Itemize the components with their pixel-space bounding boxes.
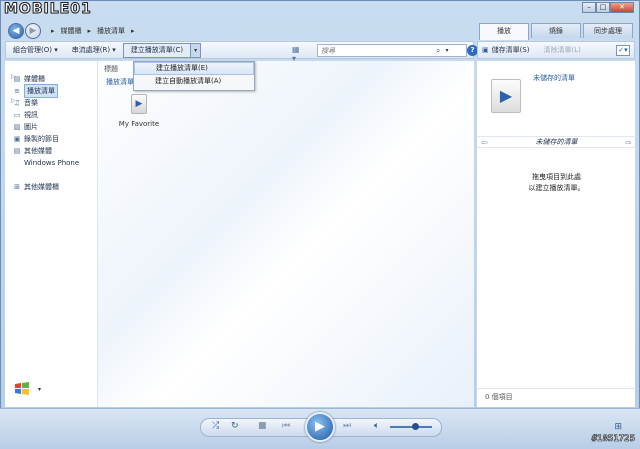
save-list-button[interactable]: 儲存清單(S) bbox=[492, 45, 530, 55]
navigation-bar: ◀ ▶ ▸ 媒體櫃 ▸ 播放清單 ▸ bbox=[8, 22, 470, 40]
windows-logo-icon[interactable] bbox=[14, 381, 30, 397]
sidebar-item-other-media[interactable]: ▤ 其他媒體 bbox=[12, 145, 79, 157]
stream-menu[interactable]: 串流處理(R) ▾ bbox=[65, 45, 123, 55]
list-title-bar: ⇦ 未儲存的清單 ⇨ bbox=[477, 136, 636, 148]
search-icon[interactable]: ⌕ bbox=[436, 46, 440, 56]
playlist-large-icon: ▶ bbox=[491, 79, 521, 113]
tab-bar: 播放 燒錄 同步處理 bbox=[479, 23, 635, 40]
sidebar-item-windows-phone[interactable]: Windows Phone bbox=[12, 157, 79, 169]
other-media-icon: ▤ bbox=[13, 147, 21, 155]
playlist-file-icon: ▶ bbox=[131, 94, 147, 114]
search-box: ⌕ ▾ bbox=[317, 44, 467, 57]
stream-label: 串流處理(R) bbox=[71, 46, 111, 54]
volume-slider[interactable] bbox=[390, 426, 432, 428]
sidebar-item-label: 錄製的節目 bbox=[24, 135, 59, 143]
next-arrow-icon[interactable]: ⇨ bbox=[625, 138, 632, 147]
volume-icon[interactable]: 🔈︎ bbox=[374, 421, 379, 431]
previous-arrow-icon[interactable]: ⇦ bbox=[481, 138, 488, 147]
play-button[interactable]: ▶ bbox=[305, 412, 335, 442]
next-icon[interactable]: ⏭ bbox=[343, 421, 351, 431]
sidebar-item-other-libraries[interactable]: ⊞ 其他媒體櫃 bbox=[12, 181, 79, 193]
sidebar-item-label: 其他媒體 bbox=[24, 147, 52, 155]
title-column-header[interactable]: 標題 bbox=[104, 64, 118, 74]
switch-to-now-playing-icon[interactable]: ⊞ bbox=[614, 422, 622, 432]
organize-menu[interactable]: 組合管理(O) ▾ bbox=[6, 45, 65, 55]
minimize-button[interactable]: – bbox=[582, 2, 596, 13]
breadcrumb-arrow-icon: ▸ bbox=[51, 27, 55, 35]
volume-slider-handle[interactable] bbox=[412, 423, 419, 430]
sidebar-item-pictures[interactable]: ▨ 圖片 bbox=[12, 121, 79, 133]
sidebar-item-label: 圖片 bbox=[24, 123, 38, 131]
repeat-icon[interactable]: ↻ bbox=[231, 421, 239, 431]
music-icon: ♫ bbox=[13, 99, 21, 107]
sidebar-item-label: 播放清單 bbox=[24, 84, 58, 98]
window-controls: – □ ✕ bbox=[582, 2, 634, 13]
player-controls-bar: ⤮ ↻ ■ ⏮ ▶ ⏭ 🔈︎ ⊞ bbox=[0, 408, 640, 449]
toolbar: 組合管理(O) ▾ 串流處理(R) ▾ 建立播放清單(C) ▾ ▦ ▾ ⌕ ▾ … bbox=[5, 41, 478, 63]
watermark: #1851725 bbox=[591, 434, 635, 445]
playlist-name: My Favorite bbox=[118, 120, 160, 128]
sidebar-item-playlists[interactable]: ≡ 播放清單 bbox=[12, 84, 79, 98]
sidebar-item-recorded-tv[interactable]: ▣ 錄製的節目 bbox=[12, 133, 79, 145]
clear-list-button[interactable]: 清除清單(L) bbox=[544, 45, 581, 55]
playlist-icon: ≡ bbox=[14, 87, 20, 95]
tab-play[interactable]: 播放 bbox=[479, 23, 529, 40]
drag-hint: 拖曳項目到此處 以建立播放清單。 bbox=[477, 172, 636, 194]
stop-icon[interactable]: ■ bbox=[258, 421, 267, 431]
sidebar-item-label: Windows Phone bbox=[24, 159, 80, 167]
maximize-button[interactable]: □ bbox=[596, 2, 610, 13]
recorded-tv-icon: ▣ bbox=[13, 135, 21, 143]
tab-burn[interactable]: 燒錄 bbox=[531, 23, 581, 38]
navigation-pane: ▷ ▷ ▤ 媒體櫃 ≡ 播放清單 ♫ 音樂 ▭ 視訊 ▨ 圖片 ▣ 錄製的節目 ▤ 其他媒體 … bbox=[5, 61, 98, 407]
chevron-down-icon[interactable]: ▾ bbox=[38, 386, 41, 393]
previous-icon[interactable]: ⏮ bbox=[282, 421, 290, 431]
sidebar-item-music[interactable]: ♫ 音樂 bbox=[12, 97, 79, 109]
divider bbox=[477, 388, 636, 389]
library-icon: ▤ bbox=[13, 75, 21, 83]
list-title: 未儲存的清單 bbox=[535, 138, 578, 146]
video-icon: ▭ bbox=[13, 111, 21, 119]
breadcrumb-arrow-icon: ▸ bbox=[87, 27, 92, 35]
sidebar-item-label: 視訊 bbox=[24, 111, 38, 119]
search-dropdown-icon[interactable]: ▾ bbox=[445, 47, 448, 54]
save-icon: ▣ bbox=[482, 46, 489, 54]
site-logo: MOBILE01 bbox=[4, 1, 92, 18]
breadcrumb-item-library[interactable]: 媒體櫃 bbox=[61, 26, 82, 36]
drag-hint-line-2: 以建立播放清單。 bbox=[528, 184, 585, 192]
close-button[interactable]: ✕ bbox=[610, 2, 634, 13]
breadcrumb-arrow-icon: ▸ bbox=[131, 27, 135, 35]
nav-list: ▤ 媒體櫃 ≡ 播放清單 ♫ 音樂 ▭ 視訊 ▨ 圖片 ▣ 錄製的節目 ▤ 其他媒體 Wind… bbox=[12, 73, 79, 193]
sidebar-item-video[interactable]: ▭ 視訊 bbox=[12, 109, 79, 121]
breadcrumb: ▸ 媒體櫃 ▸ 播放清單 ▸ bbox=[51, 26, 141, 36]
list-toolbar: ▣ 儲存清單(S) 清除清單(L) ✓▾ bbox=[477, 41, 635, 59]
sidebar-item-label: 音樂 bbox=[24, 99, 38, 107]
playlists-group-header: 播放清單 bbox=[106, 78, 134, 86]
tab-sync[interactable]: 同步處理 bbox=[583, 23, 633, 38]
view-options-icon[interactable]: ▦ ▾ bbox=[292, 45, 304, 63]
organize-label: 組合管理(O) bbox=[13, 46, 52, 54]
menu-item-create-playlist[interactable]: 建立播放清單(E) bbox=[134, 62, 254, 75]
library-content: 標題 播放清單 ▶ My Favorite bbox=[98, 61, 474, 407]
unsaved-list-link[interactable]: 未儲存的清單 bbox=[533, 73, 575, 83]
create-playlist-menu: 建立播放清單(E) 建立自動播放清單(A) bbox=[133, 61, 255, 91]
menu-item-create-auto-playlist[interactable]: 建立自動播放清單(A) bbox=[134, 75, 254, 88]
drag-hint-line-1: 拖曳項目到此處 bbox=[532, 173, 581, 181]
breadcrumb-item-playlists[interactable]: 播放清單 bbox=[97, 26, 125, 36]
sidebar-item-label: 其他媒體櫃 bbox=[24, 183, 59, 191]
shuffle-icon[interactable]: ⤮ bbox=[212, 421, 219, 431]
search-input[interactable] bbox=[318, 45, 436, 56]
playlist-tile[interactable]: ▶ My Favorite bbox=[115, 94, 163, 128]
list-pane: ▶ 未儲存的清單 ⇦ 未儲存的清單 ⇨ 拖曳項目到此處 以建立播放清單。 0 個… bbox=[476, 61, 636, 407]
create-playlist-dropdown-arrow[interactable]: ▾ bbox=[191, 42, 202, 58]
forward-button[interactable]: ▶ bbox=[25, 23, 41, 39]
item-count: 0 個項目 bbox=[485, 393, 513, 401]
other-libraries-icon: ⊞ bbox=[14, 183, 20, 191]
list-options-icon[interactable]: ✓▾ bbox=[616, 44, 630, 56]
create-playlist-button[interactable]: 建立播放清單(C) bbox=[122, 42, 192, 58]
picture-icon: ▨ bbox=[13, 123, 21, 131]
back-button[interactable]: ◀ bbox=[8, 23, 24, 39]
